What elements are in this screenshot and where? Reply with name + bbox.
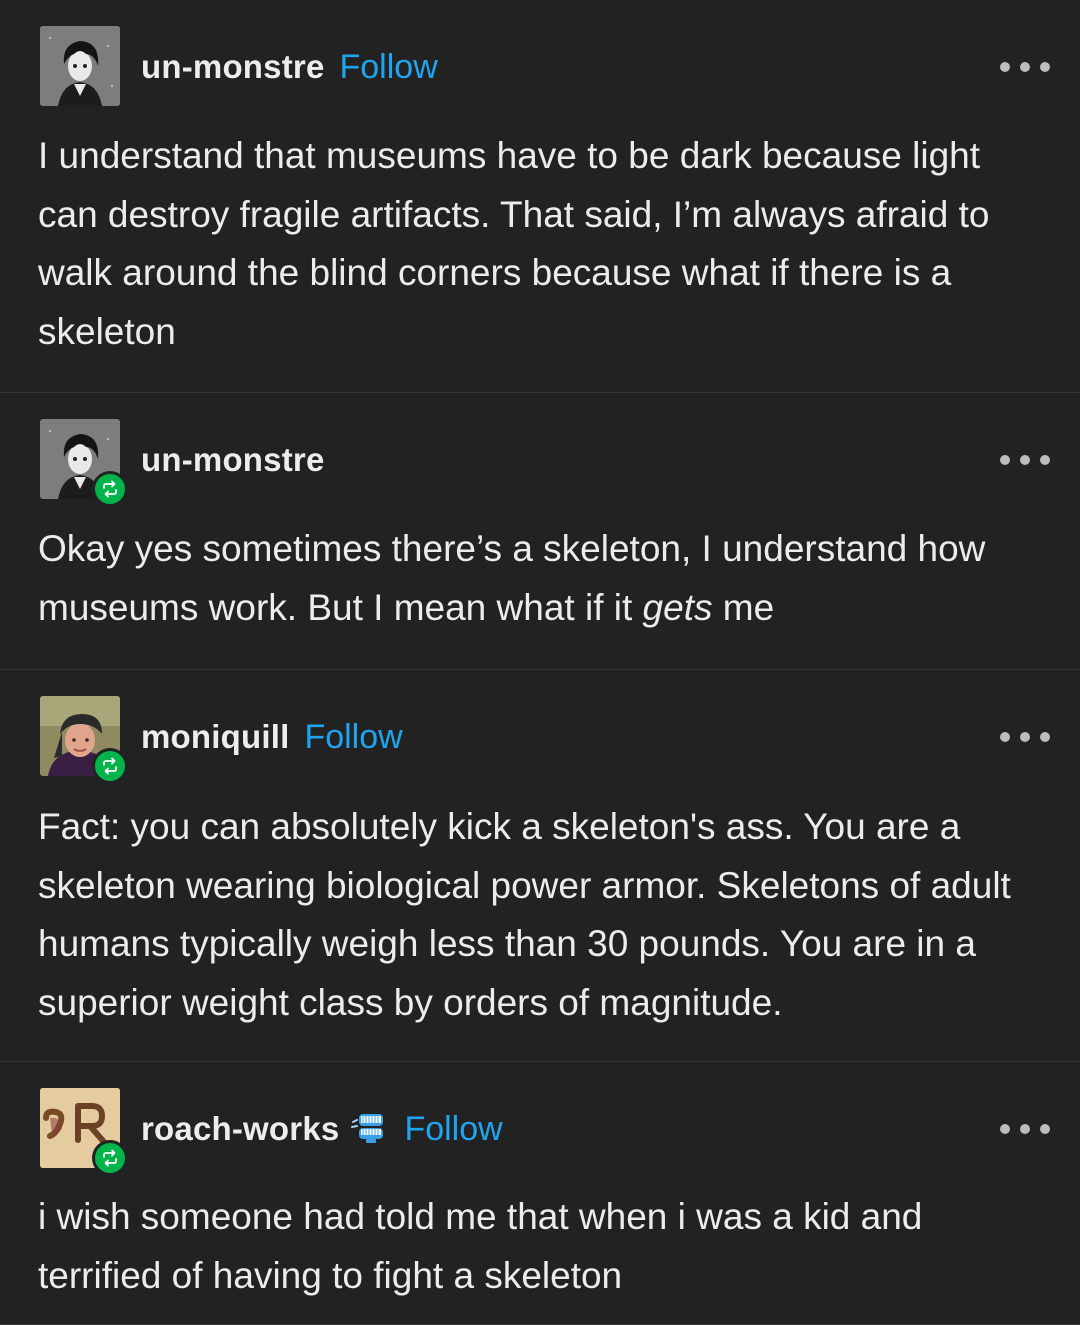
- post-header: moniquill Follow: [40, 696, 1050, 784]
- post-text-part: me: [712, 586, 775, 628]
- dot-icon: [1040, 732, 1050, 742]
- post-text: Fact: you can absolutely kick a skeleton…: [38, 806, 1011, 1023]
- username[interactable]: un-monstre: [141, 441, 325, 479]
- avatar[interactable]: [40, 1088, 128, 1176]
- reblog-badge: [92, 471, 128, 507]
- reblog-badge: [92, 748, 128, 784]
- follow-button[interactable]: Follow: [340, 48, 438, 87]
- post-text: Okay yes sometimes there’s a skeleton, I…: [38, 520, 1040, 637]
- dot-icon: [1040, 62, 1050, 72]
- more-options-button[interactable]: [1000, 726, 1050, 748]
- username-row: un-monstre: [141, 439, 325, 481]
- dot-icon: [1000, 732, 1010, 742]
- avatar[interactable]: [40, 419, 128, 507]
- reblog-icon: [103, 1149, 117, 1167]
- post-header: un-monstre: [40, 419, 1050, 507]
- post: un-monstre Follow I understand that muse…: [0, 0, 1080, 393]
- post-header: un-monstre Follow: [40, 26, 1050, 106]
- more-options-button[interactable]: [1000, 56, 1050, 78]
- dot-icon: [1020, 455, 1030, 465]
- avatar[interactable]: [40, 26, 120, 106]
- chattering-teeth-icon: [349, 1110, 389, 1149]
- post-header: roach-works Follow: [40, 1088, 1050, 1176]
- dot-icon: [1020, 732, 1030, 742]
- post-text: i wish someone had told me that when i w…: [38, 1196, 923, 1296]
- dot-icon: [1020, 62, 1030, 72]
- dot-icon: [1040, 455, 1050, 465]
- post: moniquill Follow Fact: you can absolutel…: [0, 670, 1080, 1062]
- username-row: moniquill Follow: [141, 716, 403, 758]
- dot-icon: [1020, 1124, 1030, 1134]
- post-text: I understand that museums have to be dar…: [38, 135, 990, 352]
- more-options-button[interactable]: [1000, 1118, 1050, 1140]
- username-row: roach-works Follow: [141, 1108, 503, 1150]
- reblog-icon: [103, 757, 117, 775]
- post-text-part: Okay yes sometimes there’s a skeleton, I…: [38, 528, 986, 628]
- dot-icon: [1040, 1124, 1050, 1134]
- dot-icon: [1000, 62, 1010, 72]
- username[interactable]: roach-works: [141, 1110, 339, 1148]
- username-row: un-monstre Follow: [141, 46, 438, 88]
- reblog-badge: [92, 1140, 128, 1176]
- username[interactable]: un-monstre: [141, 48, 325, 86]
- follow-button[interactable]: Follow: [404, 1110, 502, 1149]
- follow-button[interactable]: Follow: [304, 718, 402, 757]
- post: roach-works Follow i wish someone had to…: [0, 1062, 1080, 1325]
- dot-icon: [1000, 1124, 1010, 1134]
- avatar[interactable]: [40, 696, 128, 784]
- reblog-icon: [103, 480, 117, 498]
- more-options-button[interactable]: [1000, 449, 1050, 471]
- username[interactable]: moniquill: [141, 718, 289, 756]
- post: un-monstre Okay yes sometimes there’s a …: [0, 393, 1080, 670]
- post-text-emphasis: gets: [642, 586, 713, 628]
- dot-icon: [1000, 455, 1010, 465]
